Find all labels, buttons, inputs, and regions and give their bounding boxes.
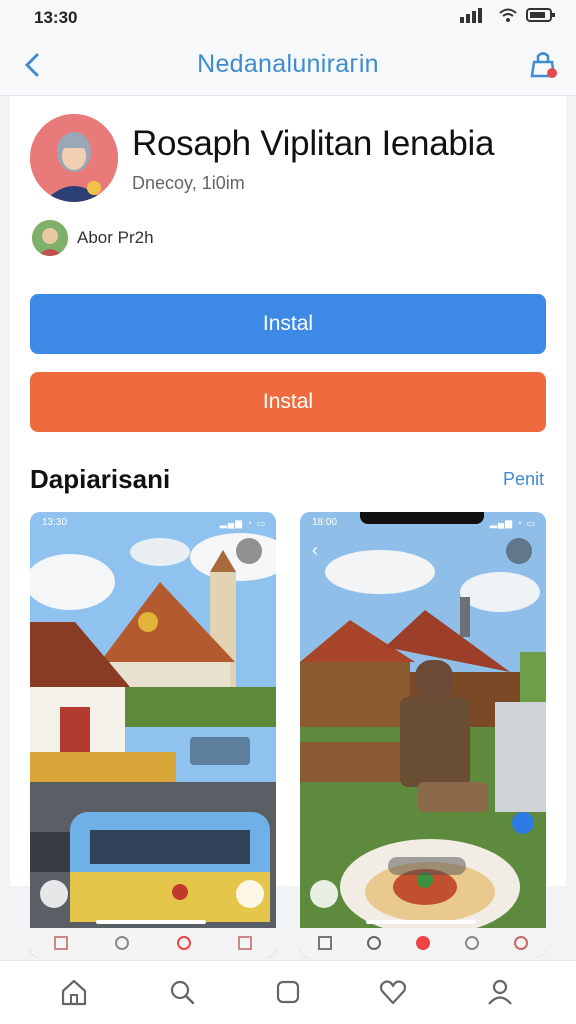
- wifi-icon: [499, 8, 517, 22]
- gallery-icon: [238, 936, 253, 950]
- screenshot-1[interactable]: 13:30 ▂▄▆ ◔ ▭: [30, 512, 276, 958]
- see-all-link[interactable]: Penit: [503, 469, 544, 490]
- cart-button[interactable]: [526, 48, 560, 82]
- home-indicator: [366, 920, 476, 924]
- screenshot-2[interactable]: 18:00 ▂▄▆ ◔ ▭ ‹: [300, 512, 546, 958]
- chat-icon: [465, 936, 480, 950]
- triangle-icon: [317, 936, 332, 950]
- screenshot-status-icons: ▂▄▆ ◔ ▭: [489, 518, 536, 528]
- screenshot-nav: [300, 928, 546, 958]
- screenshot-nav: [30, 928, 276, 958]
- nav-apps[interactable]: [273, 977, 303, 1007]
- record-icon: [415, 936, 430, 950]
- bottom-nav: [0, 960, 576, 1024]
- status-bar: 13:30: [0, 0, 576, 36]
- nav-favorites[interactable]: [378, 977, 408, 1007]
- author-avatar-image: [32, 220, 68, 256]
- screenshot-time: 18:00: [312, 517, 338, 528]
- nav-home[interactable]: [59, 977, 89, 1007]
- avatar[interactable]: [30, 114, 118, 202]
- install-secondary-button[interactable]: Instal: [30, 372, 546, 432]
- info-icon[interactable]: [236, 880, 264, 908]
- signal-icon: [460, 8, 482, 23]
- nav-search[interactable]: [167, 977, 197, 1007]
- phone-notch: [360, 512, 484, 524]
- nav-profile[interactable]: [485, 977, 515, 1007]
- profile-name: Rosaph Viplitan Ienabia: [132, 124, 495, 163]
- author-name[interactable]: Abor Pr2h: [77, 228, 154, 248]
- caption-pill: [388, 857, 466, 875]
- profile-icon: [488, 979, 512, 1005]
- cart-icon: [530, 52, 557, 78]
- home-icon: [61, 979, 87, 1006]
- profile-icon: [514, 936, 529, 950]
- app-header: Nedanalunirагin: [0, 36, 576, 96]
- search-icon: [366, 936, 381, 950]
- avatar-image: [30, 114, 118, 202]
- badge-icon: [310, 880, 338, 908]
- chevron-left-icon[interactable]: ‹: [312, 540, 318, 561]
- author-avatar[interactable]: [32, 220, 68, 256]
- menu-icon: [53, 936, 68, 950]
- main-card: Rosaph Viplitan Ienabia Dnecoy, 1i0im Ab…: [10, 96, 566, 958]
- section-title: Dapiarisani: [30, 464, 171, 494]
- zoom-icon[interactable]: [236, 538, 262, 564]
- home-indicator: [96, 920, 206, 924]
- badge-icon: [40, 880, 68, 908]
- battery-icon: [526, 8, 555, 22]
- status-icons: [460, 7, 556, 23]
- heart-icon: [379, 980, 407, 1005]
- status-time: 13:30: [34, 8, 78, 27]
- search-icon: [115, 936, 130, 950]
- profile-meta: Dnecoy, 1i0im: [132, 173, 245, 193]
- page-title: Nedanalunirагin: [197, 50, 379, 78]
- location-pin-icon[interactable]: [512, 812, 534, 834]
- install-button[interactable]: Instal: [30, 294, 546, 354]
- zoom-icon[interactable]: [506, 538, 532, 564]
- search-icon: [170, 980, 195, 1005]
- screenshot-status-icons: ▂▄▆ ◔ ▭: [219, 518, 266, 528]
- screenshot-time: 13:30: [42, 517, 68, 528]
- square-icon: [276, 980, 300, 1004]
- record-icon: [176, 936, 191, 950]
